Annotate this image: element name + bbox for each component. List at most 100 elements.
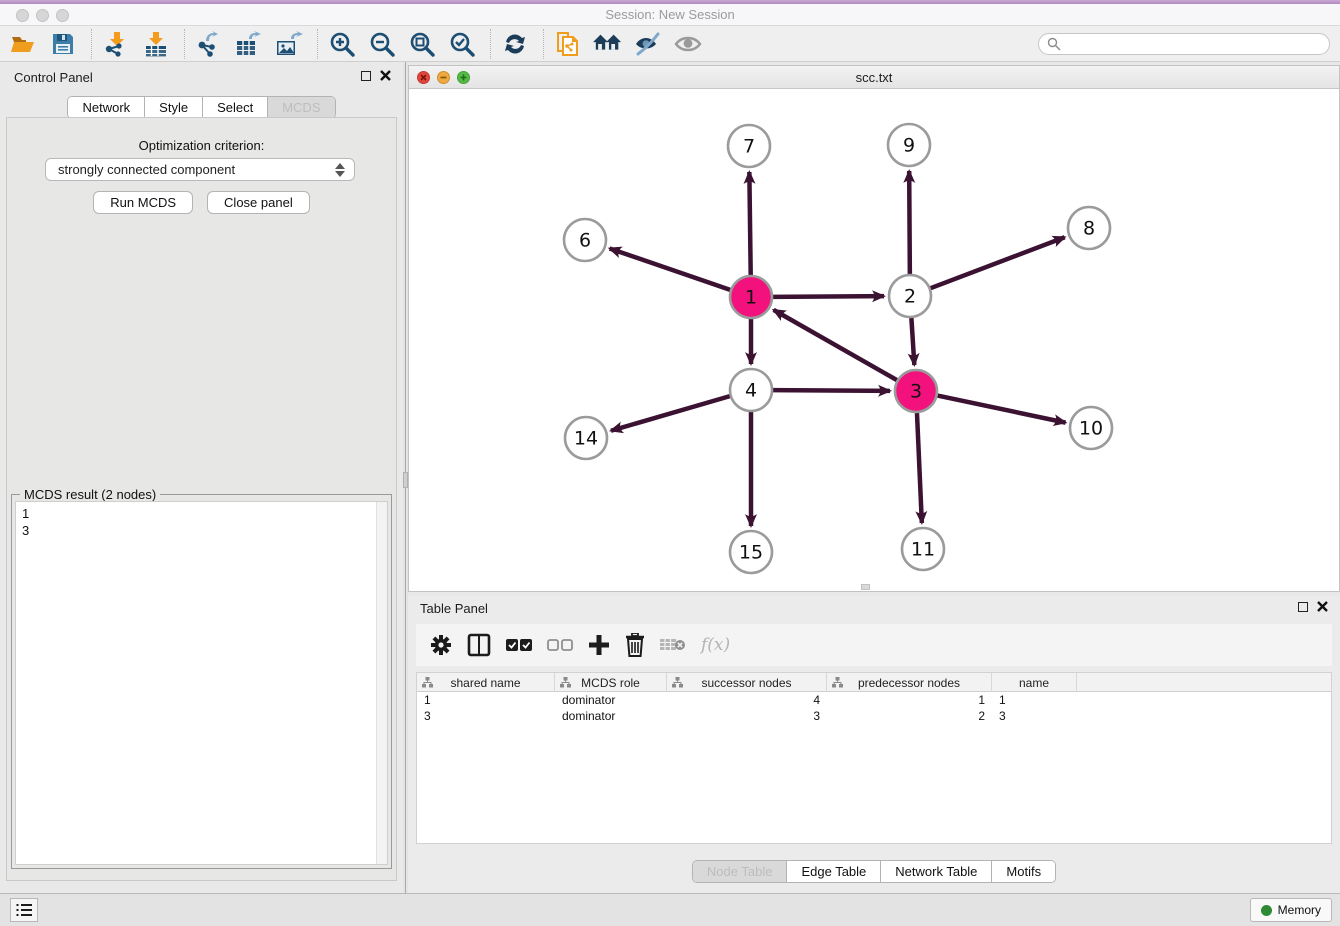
refresh-icon [502, 31, 528, 57]
edge-1-2[interactable] [773, 296, 884, 297]
graph-node-2[interactable]: 2 [889, 275, 931, 317]
edge-1-6[interactable] [610, 248, 731, 289]
graph-node-4[interactable]: 4 [730, 369, 772, 411]
window-title: Session: New Session [0, 4, 1340, 26]
status-bar: Memory [0, 893, 1340, 926]
table-row[interactable]: 1dominator411 [417, 692, 1331, 708]
show-column-button[interactable] [467, 630, 491, 660]
edge-2-9[interactable] [909, 171, 910, 274]
control-panel-header: Control Panel [0, 62, 403, 92]
table-panel-title: Table Panel [420, 601, 488, 616]
column-header-MCDS-role[interactable]: MCDS role [555, 673, 667, 692]
table-row[interactable]: 3dominator323 [417, 708, 1331, 724]
criterion-select[interactable]: strongly connected component [45, 158, 355, 181]
tab-style[interactable]: Style [145, 97, 203, 118]
close-table-panel-icon[interactable] [1317, 601, 1328, 612]
graph-node-14[interactable]: 14 [565, 417, 607, 459]
table-cell: 2 [827, 708, 992, 724]
table-tab-edge-table[interactable]: Edge Table [787, 861, 881, 882]
open-session-button[interactable] [8, 29, 38, 59]
memory-button[interactable]: Memory [1250, 898, 1332, 922]
graph-node-15[interactable]: 15 [730, 531, 772, 573]
column-header-name[interactable]: name [992, 673, 1077, 692]
hierarchy-icon [832, 677, 843, 688]
edge-4-14[interactable] [611, 396, 730, 431]
import-network-button[interactable] [101, 29, 131, 59]
column-header-successor-nodes[interactable]: successor nodes [667, 673, 827, 692]
plus-icon [588, 634, 610, 656]
add-row-button[interactable] [588, 630, 610, 660]
show-graphics-details-button[interactable] [673, 29, 703, 59]
network-canvas[interactable]: 7 9 6 8 1 2 4 3 14 10 15 11 [409, 89, 1339, 591]
table-tab-network-table[interactable]: Network Table [881, 861, 992, 882]
graph-node-1[interactable]: 1 [730, 276, 772, 318]
zoom-out-button[interactable] [367, 29, 397, 59]
svg-text:10: 10 [1079, 418, 1103, 440]
welcome-screen-button[interactable] [593, 29, 623, 59]
zoom-in-button[interactable] [327, 29, 357, 59]
graph-node-3[interactable]: 3 [895, 370, 937, 412]
graph-node-10[interactable]: 10 [1070, 407, 1112, 449]
graph-node-7[interactable]: 7 [728, 125, 770, 167]
unselect-all-columns-button[interactable] [547, 630, 573, 660]
canvas-scroll-grip[interactable] [861, 584, 870, 590]
edge-3-11[interactable] [917, 413, 922, 523]
zoom-selected-button[interactable] [447, 29, 477, 59]
mcds-result-item: 3 [22, 522, 29, 539]
run-mcds-button[interactable]: Run MCDS [93, 191, 193, 214]
edge-2-8[interactable] [931, 237, 1065, 288]
mcds-result-list[interactable]: 13 [15, 501, 388, 865]
svg-text:9: 9 [903, 135, 915, 157]
export-table-button[interactable] [234, 29, 264, 59]
edge-1-7[interactable] [749, 172, 750, 275]
float-table-panel-icon[interactable] [1298, 602, 1308, 612]
hierarchy-icon [560, 677, 571, 688]
import-network-icon [103, 31, 129, 57]
column-settings-button[interactable] [430, 630, 452, 660]
select-all-columns-button[interactable] [506, 630, 532, 660]
edge-4-3[interactable] [773, 390, 890, 391]
tab-network[interactable]: Network [68, 97, 145, 118]
import-table-button[interactable] [141, 29, 171, 59]
edge-3-1[interactable] [774, 310, 897, 380]
checked-boxes-icon [506, 639, 532, 652]
toolbar-divider [543, 29, 544, 59]
delete-row-button[interactable] [625, 630, 645, 660]
tab-mcds[interactable]: MCDS [268, 97, 334, 118]
mcds-panel: Optimization criterion: strongly connect… [6, 117, 397, 881]
float-panel-icon[interactable] [361, 71, 371, 81]
network-window-titlebar[interactable]: scc.txt [409, 66, 1339, 89]
save-session-button[interactable] [48, 29, 78, 59]
column-header-shared-name[interactable]: shared name [417, 673, 555, 692]
table-cell: 1 [827, 692, 992, 708]
column-header-predecessor-nodes[interactable]: predecessor nodes [827, 673, 992, 692]
node-table[interactable]: shared nameMCDS rolesuccessor nodesprede… [416, 672, 1332, 844]
new-network-from-selection-button[interactable] [553, 29, 583, 59]
close-panel-button[interactable]: Close panel [207, 191, 310, 214]
tab-select[interactable]: Select [203, 97, 268, 118]
delete-table-button[interactable] [660, 630, 686, 660]
graph-node-8[interactable]: 8 [1068, 207, 1110, 249]
toolbar-divider [91, 29, 92, 59]
close-panel-icon[interactable] [380, 70, 391, 81]
edge-3-10[interactable] [938, 396, 1066, 423]
function-builder-button[interactable]: f(x) [701, 630, 730, 660]
table-tab-motifs[interactable]: Motifs [992, 861, 1055, 882]
search-field[interactable] [1038, 33, 1330, 55]
task-history-button[interactable] [10, 898, 38, 922]
hide-graphics-details-button[interactable] [633, 29, 663, 59]
result-scrollbar[interactable] [376, 502, 387, 864]
graph-node-9[interactable]: 9 [888, 124, 930, 166]
graph-node-6[interactable]: 6 [564, 219, 606, 261]
hierarchy-icon [672, 677, 683, 688]
edge-2-3[interactable] [911, 318, 914, 365]
zoom-fit-button[interactable] [407, 29, 437, 59]
search-input[interactable] [1061, 37, 1311, 51]
export-image-button[interactable] [274, 29, 304, 59]
double-home-icon [593, 32, 623, 56]
graph-node-11[interactable]: 11 [902, 528, 944, 570]
apply-layout-button[interactable] [500, 29, 530, 59]
export-network-button[interactable] [194, 29, 224, 59]
table-cell: 4 [667, 692, 827, 708]
table-tab-node-table[interactable]: Node Table [693, 861, 788, 882]
